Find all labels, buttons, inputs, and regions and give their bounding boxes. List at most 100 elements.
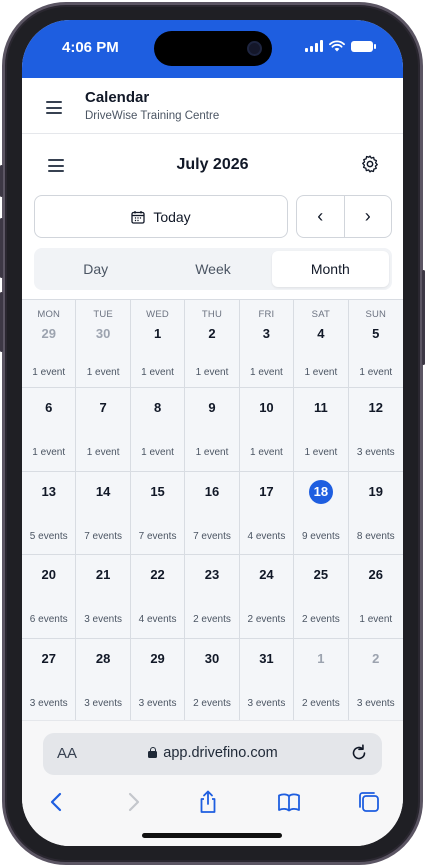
day-cell[interactable]: 26 1 event: [348, 555, 403, 639]
share-icon[interactable]: [195, 789, 221, 815]
screen: 4:06 PM Calendar DriveWise Training Cent…: [22, 20, 403, 846]
day-cell[interactable]: 28 3 events: [76, 638, 131, 722]
day-cell[interactable]: 20 6 events: [22, 555, 77, 639]
event-count: 3 events: [138, 697, 177, 709]
event-count: 1 event: [250, 367, 283, 378]
bookmarks-icon[interactable]: [276, 789, 302, 815]
day-cell[interactable]: 30 2 events: [185, 638, 240, 722]
day-cell[interactable]: 11 1 event: [294, 388, 349, 472]
day-cell[interactable]: 24 2 events: [239, 555, 295, 639]
day-number: 21: [95, 567, 111, 582]
weekday-label: SUN: [365, 309, 387, 320]
day-cell[interactable]: TUE 30 1 event: [76, 300, 131, 388]
day-cell[interactable]: 1 2 events: [294, 638, 349, 722]
event-count: 3 events: [356, 447, 395, 458]
day-cell[interactable]: 6 1 event: [22, 388, 77, 472]
browser-bar: AA app.drivefino.com: [22, 720, 403, 846]
event-count: 1 event: [359, 367, 393, 378]
day-number: 31: [259, 650, 274, 666]
day-number: 13: [41, 483, 56, 499]
hamburger-icon[interactable]: [46, 101, 62, 114]
event-count: 7 events: [193, 530, 231, 542]
weekday-label: WED: [146, 309, 169, 320]
event-count: 2 events: [193, 697, 231, 709]
day-cell[interactable]: WED 1 1 event: [130, 300, 186, 388]
url-label: app.drivefino.com: [163, 745, 278, 761]
day-cell[interactable]: 9 1 event: [185, 388, 240, 472]
day-number: 17: [259, 483, 274, 499]
day-cell[interactable]: SAT 4 1 event: [294, 300, 349, 388]
day-cell[interactable]: 16 7 events: [185, 471, 240, 555]
day-cell[interactable]: 25 2 events: [294, 555, 349, 639]
event-count: 2 events: [301, 614, 340, 625]
event-count: 9 events: [301, 530, 340, 542]
weekday-label: THU: [201, 309, 223, 320]
event-count: 1 event: [304, 367, 338, 378]
day-number: 8: [153, 400, 162, 415]
volume-up-button: [0, 218, 3, 278]
day-cell[interactable]: 21 3 events: [76, 555, 131, 639]
day-cell[interactable]: 14 7 events: [76, 471, 131, 555]
day-cell[interactable]: 23 2 events: [185, 555, 240, 639]
day-cell[interactable]: 15 7 events: [130, 471, 186, 555]
event-count: 4 events: [138, 614, 177, 625]
day-cell[interactable]: 31 3 events: [239, 638, 295, 722]
day-cell[interactable]: SUN 5 1 event: [348, 300, 403, 388]
event-count: 8 events: [356, 530, 395, 542]
page-subtitle: DriveWise Training Centre: [85, 110, 220, 122]
next-month-button[interactable]: ›: [343, 196, 392, 237]
status-icons: [305, 40, 376, 52]
day-cell[interactable]: MON 29 1 event: [22, 300, 77, 388]
day-number: 6: [45, 400, 53, 415]
prev-month-button[interactable]: ‹: [297, 196, 344, 237]
day-cell[interactable]: FRI 3 1 event: [239, 300, 295, 388]
today-button[interactable]: Today: [34, 195, 288, 238]
event-count: 6 events: [29, 614, 68, 625]
day-cell[interactable]: 10 1 event: [239, 388, 295, 472]
view-week[interactable]: Week: [154, 251, 271, 287]
event-count: 3 events: [247, 697, 286, 709]
event-count: 1 event: [141, 367, 174, 378]
day-number: 30: [95, 326, 111, 341]
back-icon[interactable]: [44, 789, 70, 815]
tabs-icon[interactable]: [356, 789, 382, 815]
day-cell[interactable]: 8 1 event: [130, 388, 186, 472]
day-cell[interactable]: 17 4 events: [239, 471, 295, 555]
address-bar[interactable]: AA app.drivefino.com: [43, 733, 382, 775]
day-cell[interactable]: 29 3 events: [130, 638, 186, 722]
day-cell[interactable]: 7 1 event: [76, 388, 131, 472]
event-count: 7 events: [84, 530, 123, 542]
event-count: 1 event: [195, 367, 229, 378]
status-time: 4:06 PM: [62, 39, 119, 56]
day-cell[interactable]: 22 4 events: [130, 555, 186, 639]
day-cell[interactable]: 18 9 events: [294, 471, 349, 555]
app-header: Calendar DriveWise Training Centre: [22, 78, 403, 134]
day-number: 12: [368, 400, 383, 415]
calendar-icon: [131, 210, 145, 224]
day-cell[interactable]: THU 2 1 event: [185, 300, 240, 388]
day-number: 4: [317, 326, 325, 341]
event-count: 1 event: [32, 367, 66, 378]
day-number: 20: [41, 567, 56, 582]
day-number: 10: [259, 400, 274, 415]
reload-icon[interactable]: [349, 743, 369, 763]
weekday-label: TUE: [93, 309, 113, 320]
day-cell[interactable]: 12 3 events: [348, 388, 403, 472]
forward-icon[interactable]: [120, 789, 146, 815]
action-button: [0, 165, 3, 197]
day-cell[interactable]: 2 3 events: [348, 638, 403, 722]
day-cell[interactable]: 19 8 events: [348, 471, 403, 555]
view-day[interactable]: Day: [37, 251, 154, 287]
page-title: Calendar: [85, 89, 150, 106]
battery-icon: [351, 40, 376, 52]
camera-icon: [247, 41, 262, 56]
gear-icon[interactable]: [360, 154, 380, 174]
view-month[interactable]: Month: [271, 251, 389, 287]
month-title: July 2026: [176, 156, 249, 173]
lock-icon: [147, 747, 158, 758]
day-number: 27: [41, 650, 56, 666]
day-cell[interactable]: 13 5 events: [22, 471, 77, 555]
day-cell[interactable]: 27 3 events: [22, 638, 77, 722]
event-count: 3 events: [356, 697, 395, 709]
event-count: 2 events: [193, 614, 231, 625]
